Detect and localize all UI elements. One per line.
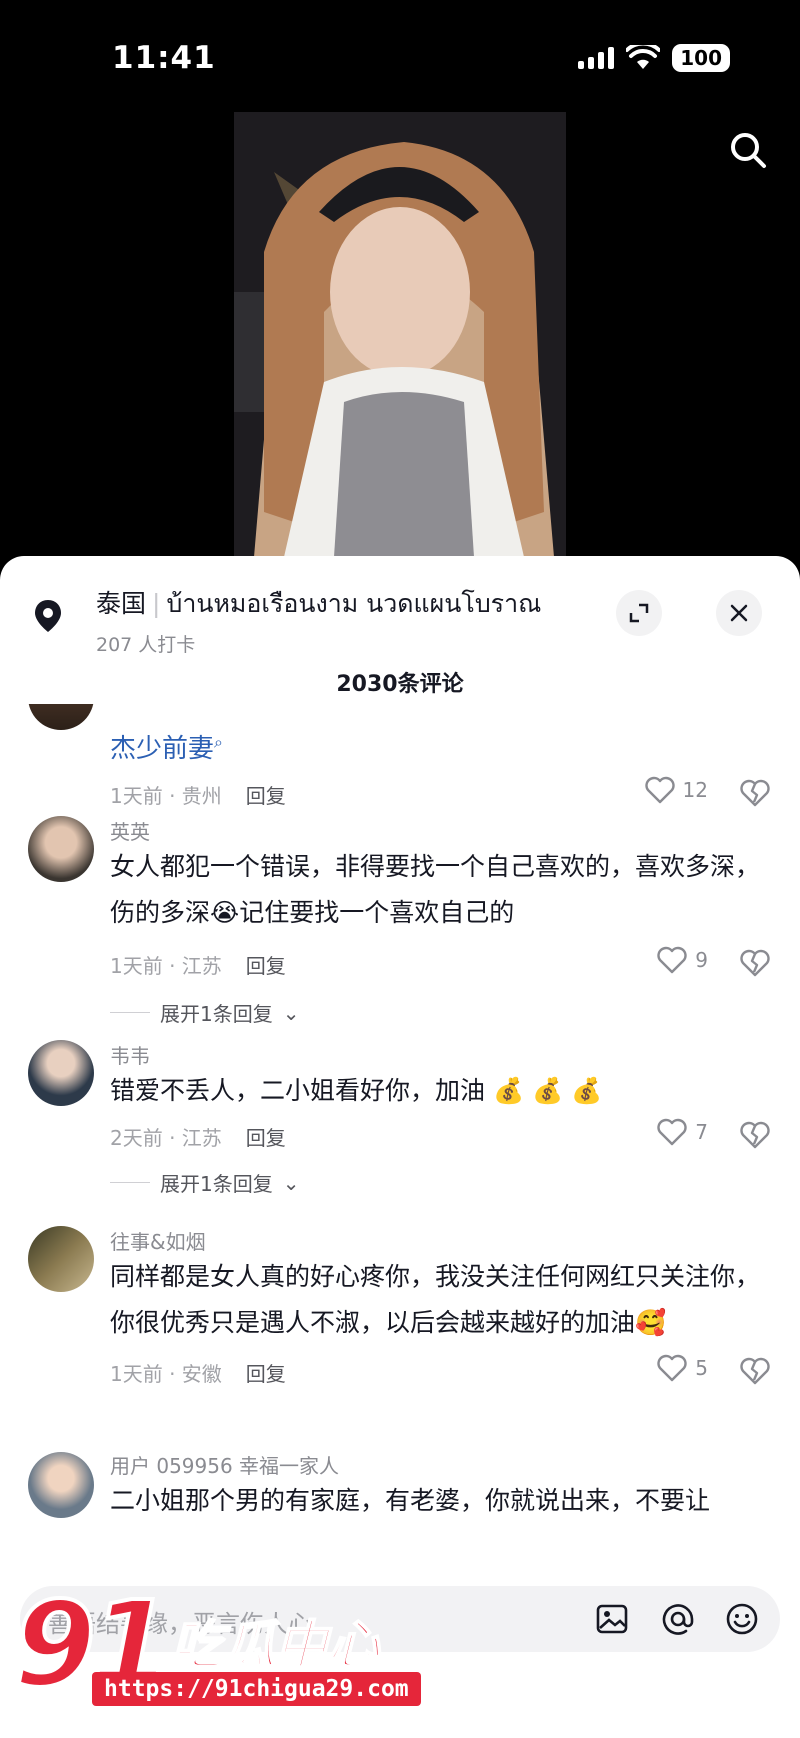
broken-heart-icon[interactable] [740, 1120, 770, 1150]
broken-heart-icon[interactable] [740, 948, 770, 978]
watermark-text: 吃瓜中心 [170, 1615, 380, 1677]
comment-meta: 2天前 · 江苏 回复 [110, 1122, 286, 1151]
heart-icon [657, 1354, 687, 1382]
search-icon[interactable] [726, 128, 770, 172]
divider [110, 1012, 150, 1013]
like-count: 9 [695, 948, 708, 972]
broken-heart-icon[interactable] [740, 778, 770, 808]
comment-text: 二小姐那个男的有家庭，有老婆，你就说出来，不要让 [110, 1486, 711, 1515]
location-row[interactable]: 泰国 | บ้านหมอเรือนงาม นวดแผนโบราณ 207 人打卡 [28, 580, 772, 660]
close-button[interactable] [716, 590, 762, 636]
comment-meta: 1天前 · 贵州 回复 [110, 780, 286, 809]
comment-time-location: 1天前 · 贵州 [110, 784, 222, 808]
status-bar: 11:41 100 [0, 0, 800, 110]
search-icon[interactable]: ⌕ [214, 732, 223, 751]
heart-icon [657, 1118, 687, 1146]
like-button[interactable]: 9 [657, 946, 708, 974]
watermark-url: https://91chigua29.com [92, 1672, 421, 1706]
like-count: 12 [682, 778, 708, 802]
divider [110, 1182, 150, 1183]
comment-list[interactable]: 杰少前妻⌕ 1天前 · 贵州 回复 12 英英 女人都犯一个错误，非得要找一个自… [0, 704, 800, 1584]
comment-time-location: 1天前 · 安徽 [110, 1362, 222, 1386]
wifi-icon [626, 45, 661, 69]
comment-meta: 1天前 · 安徽 回复 [110, 1358, 286, 1387]
mention-icon[interactable] [660, 1601, 696, 1637]
reply-button[interactable]: 回复 [246, 1358, 286, 1387]
expand-replies-label: 展开1条回复 [160, 1172, 273, 1196]
close-icon [730, 604, 748, 622]
like-count: 7 [695, 1120, 708, 1144]
video-frame[interactable] [234, 112, 566, 557]
location-place: บ้านหมอเรือนงาม นวดแผนโบราณ [166, 589, 542, 618]
comment-text: 杰少前妻⌕ [110, 732, 223, 764]
comment-time-location: 1天前 · 江苏 [110, 954, 222, 978]
avatar[interactable] [28, 704, 94, 730]
heart-icon [657, 946, 687, 974]
like-button[interactable]: 5 [657, 1354, 708, 1382]
checkin-count: 207 人打卡 [96, 634, 196, 656]
reply-button[interactable]: 回复 [246, 780, 286, 809]
location-separator: | [152, 589, 161, 618]
like-button[interactable]: 7 [657, 1118, 708, 1146]
avatar[interactable] [28, 816, 94, 882]
status-icons: 100 [578, 44, 730, 72]
image-icon[interactable] [594, 1601, 630, 1637]
comment-text: 错爱不丢人，二小姐看好你，加油 💰 💰 💰 [110, 1076, 603, 1105]
like-count: 5 [695, 1356, 708, 1380]
comment-time-location: 2天前 · 江苏 [110, 1126, 222, 1150]
comment-text: 同样都是女人真的好心疼你，我没关注任何网红只关注你，你很优秀只是遇人不淑，以后会… [110, 1262, 761, 1337]
chevron-down-icon: ⌄ [282, 1000, 300, 1025]
avatar[interactable] [28, 1040, 94, 1106]
comment-text: 女人都犯一个错误，非得要找一个自己喜欢的，喜欢多深，伤的多深😭记住要找一个喜欢自… [110, 852, 761, 927]
reply-button[interactable]: 回复 [246, 1122, 286, 1151]
location-country: 泰国 [96, 589, 147, 618]
broken-heart-icon[interactable] [740, 1356, 770, 1386]
location-title: 泰国 | บ้านหมอเรือนงาม นวดแผนโบราณ [96, 584, 541, 624]
status-time: 11:41 [112, 40, 216, 76]
avatar[interactable] [28, 1452, 94, 1518]
emoji-icon[interactable] [724, 1601, 760, 1637]
comment-meta: 1天前 · 江苏 回复 [110, 950, 286, 979]
comment-sheet: 泰国 | บ้านหมอเรือนงาม นวดแผนโบราณ 207 人打卡 2… [0, 556, 800, 1738]
comment-username[interactable]: 用户 059956 幸福一家人 [110, 1450, 339, 1479]
expand-replies-button[interactable]: 展开1条回复 ⌄ [110, 998, 300, 1027]
expand-button[interactable] [616, 590, 662, 636]
expand-replies-button[interactable]: 展开1条回复 ⌄ [110, 1168, 300, 1197]
chevron-down-icon: ⌄ [282, 1170, 300, 1195]
like-button[interactable]: 12 [644, 776, 708, 804]
video-image [234, 112, 566, 557]
expand-replies-label: 展开1条回复 [160, 1002, 273, 1026]
signal-icon [578, 47, 615, 69]
comment-username[interactable]: 韦韦 [110, 1040, 150, 1069]
expand-icon [629, 603, 649, 623]
comment-count: 2030条评论 [336, 672, 464, 697]
comment-username[interactable]: 往事&如烟 [110, 1226, 206, 1255]
battery-indicator: 100 [672, 44, 730, 72]
location-pin-icon [35, 600, 61, 632]
avatar[interactable] [28, 1226, 94, 1292]
comment-username[interactable]: 英英 [110, 816, 150, 845]
reply-button[interactable]: 回复 [246, 950, 286, 979]
heart-icon [644, 776, 675, 804]
